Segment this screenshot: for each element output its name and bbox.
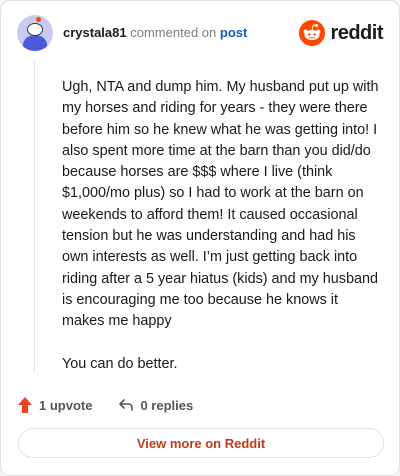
- username-link[interactable]: crystala81: [63, 25, 127, 40]
- comment-meta: crystala81 commented on post: [63, 25, 247, 40]
- comment-body: Ugh, NTA and dump him. My husband put up…: [62, 77, 380, 396]
- reddit-wordmark: reddit: [330, 21, 383, 44]
- reddit-brand[interactable]: reddit: [299, 19, 383, 47]
- avatar-head: [27, 23, 43, 36]
- avatar[interactable]: [17, 15, 53, 51]
- reddit-logo-icon: [299, 20, 326, 46]
- upvote-button[interactable]: 1 upvote: [17, 396, 92, 414]
- comment-paragraph: Ugh, NTA and dump him. My husband put up…: [62, 79, 379, 330]
- replies-count: 0 replies: [140, 397, 194, 413]
- comment-actions: 1 upvote 0 replies: [17, 393, 193, 417]
- commented-on-label: commented on: [130, 25, 217, 40]
- comment-header: crystala81 commented on post reddit: [17, 15, 383, 53]
- avatar-body: [23, 35, 47, 51]
- comment-paragraph: You can do better.: [62, 355, 178, 372]
- thread-line: [34, 61, 35, 373]
- upvote-arrow-icon: [18, 397, 32, 413]
- replies-button[interactable]: 0 replies: [118, 398, 193, 413]
- upvote-count: 1 upvote: [39, 397, 93, 413]
- reply-arrow-icon: [119, 399, 134, 411]
- avatar-antenna: [36, 17, 41, 22]
- embedded-comment-card: crystala81 commented on post reddit Ugh,…: [0, 0, 400, 476]
- view-more-on-reddit-button[interactable]: View more on Reddit: [18, 428, 384, 458]
- post-link[interactable]: post: [220, 25, 247, 40]
